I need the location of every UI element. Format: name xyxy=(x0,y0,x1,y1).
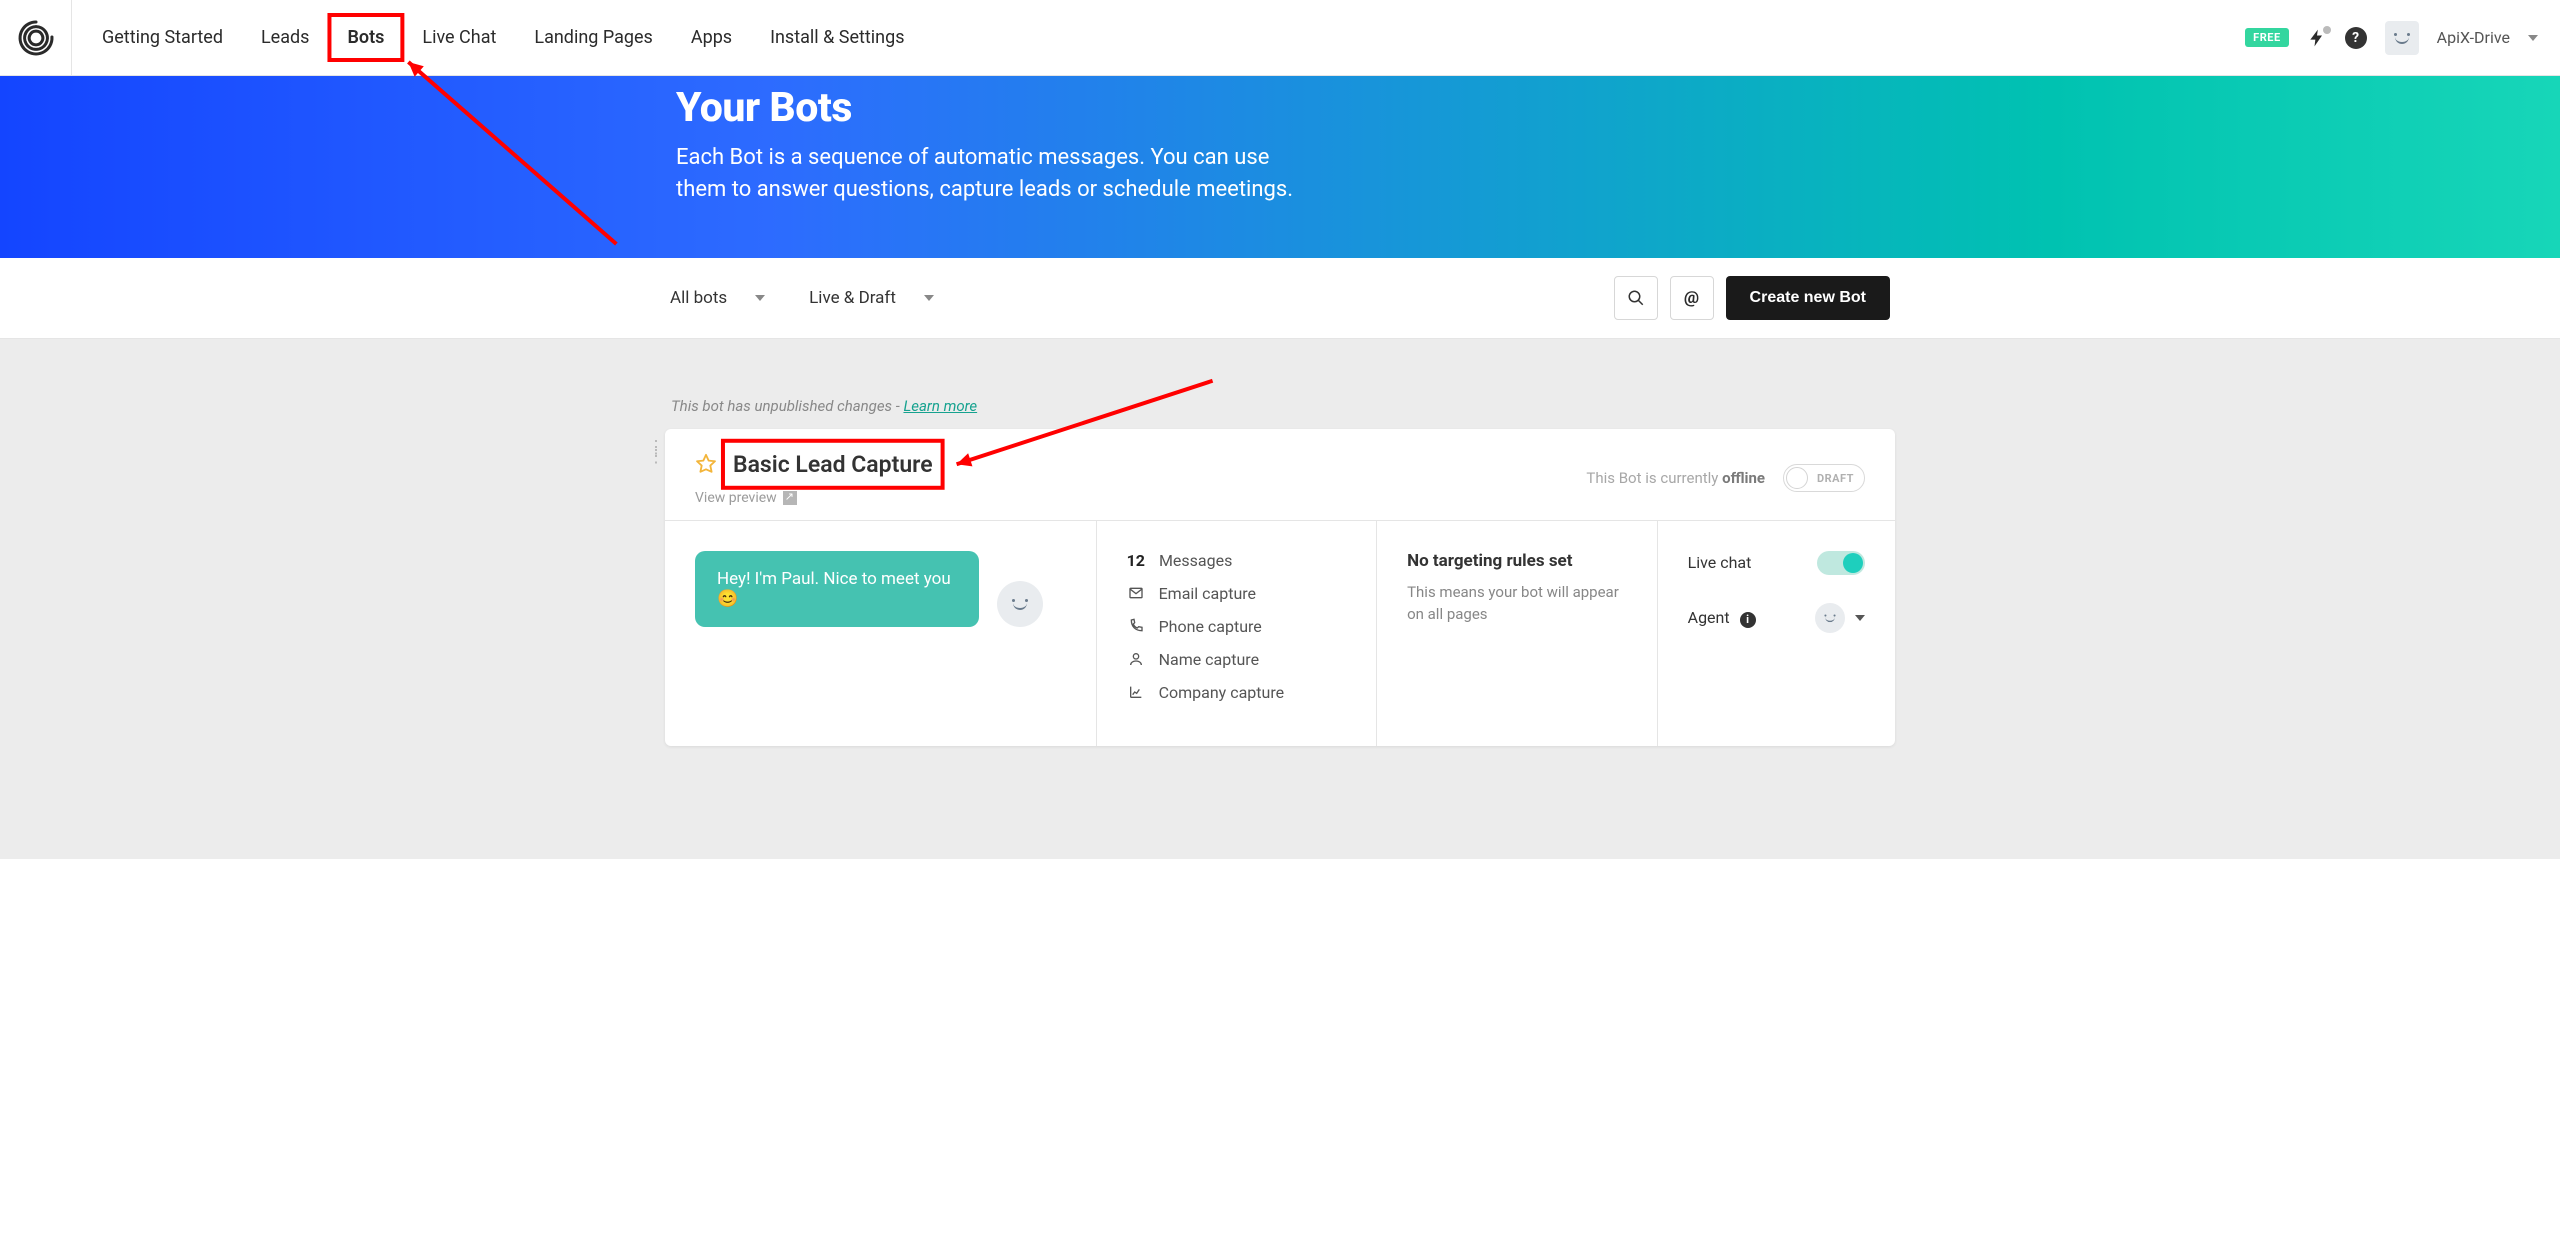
bot-preview-column: Hey! I'm Paul. Nice to meet you 😊 xyxy=(665,521,1097,746)
stat-phone: Phone capture xyxy=(1127,617,1347,636)
user-avatar[interactable] xyxy=(2385,21,2419,55)
chevron-down-icon xyxy=(755,295,765,301)
chevron-down-icon xyxy=(1855,615,1865,621)
create-bot-button[interactable]: Create new Bot xyxy=(1726,276,1890,320)
info-icon[interactable]: i xyxy=(1740,612,1756,628)
notification-dot-icon xyxy=(2323,26,2331,34)
filter-live-draft[interactable]: Live & Draft xyxy=(809,288,934,308)
nav-right: FREE ? ApiX-Drive xyxy=(2245,21,2560,55)
top-nav: Getting Started Leads Bots Live Chat Lan… xyxy=(0,0,2560,76)
star-icon[interactable] xyxy=(695,453,717,475)
nav-apps[interactable]: Apps xyxy=(679,21,744,54)
filter-all-bots[interactable]: All bots xyxy=(670,288,765,308)
bot-message-preview: Hey! I'm Paul. Nice to meet you 😊 xyxy=(695,551,979,627)
targeting-title: No targeting rules set xyxy=(1407,551,1627,571)
nav-links: Getting Started Leads Bots Live Chat Lan… xyxy=(90,21,917,54)
smile-face-icon xyxy=(2392,31,2412,45)
external-link-icon xyxy=(783,491,797,505)
at-icon: @ xyxy=(1684,288,1699,308)
draft-toggle-label: DRAFT xyxy=(1817,472,1854,485)
stat-email: Email capture xyxy=(1127,584,1347,603)
person-icon xyxy=(1127,650,1145,668)
toggle-knob-icon xyxy=(1786,467,1808,489)
view-preview-label: View preview xyxy=(695,490,777,506)
agent-avatar xyxy=(1815,603,1845,633)
bot-targeting-column: No targeting rules set This means your b… xyxy=(1377,521,1658,746)
at-button[interactable]: @ xyxy=(1670,276,1714,320)
nav-leads[interactable]: Leads xyxy=(249,21,321,54)
agent-picker[interactable] xyxy=(1815,603,1865,633)
user-name[interactable]: ApiX-Drive xyxy=(2437,28,2510,47)
chevron-down-icon xyxy=(924,295,934,301)
nav-live-chat[interactable]: Live Chat xyxy=(410,21,508,54)
drag-handle-icon[interactable]: ⋮⋮ xyxy=(647,443,665,461)
envelope-icon xyxy=(1127,584,1145,602)
live-chat-setting: Live chat xyxy=(1688,551,1865,575)
filter-live-draft-label: Live & Draft xyxy=(809,288,896,308)
phone-icon xyxy=(1127,617,1145,635)
view-preview-link[interactable]: View preview xyxy=(695,490,1586,506)
bot-settings-column: Live chat Agent i xyxy=(1658,521,1895,746)
draft-toggle[interactable]: DRAFT xyxy=(1783,464,1865,492)
logo[interactable] xyxy=(0,0,72,76)
bot-stats-column: 12 Messages Email capture Phone captur xyxy=(1097,521,1378,746)
stat-messages: 12 Messages xyxy=(1127,551,1347,570)
nav-landing-pages[interactable]: Landing Pages xyxy=(522,21,664,54)
smile-face-icon xyxy=(1823,613,1837,623)
content-area: This bot has unpublished changes - Learn… xyxy=(0,339,2560,859)
stat-company: Company capture xyxy=(1127,683,1347,702)
bot-avatar xyxy=(997,581,1043,627)
page-subtitle: Each Bot is a sequence of automatic mess… xyxy=(676,142,1316,206)
nav-bots[interactable]: Bots xyxy=(335,21,396,54)
learn-more-link[interactable]: Learn more xyxy=(903,397,977,415)
smile-face-icon xyxy=(1010,597,1030,611)
search-button[interactable] xyxy=(1614,276,1658,320)
chart-icon xyxy=(1127,683,1145,701)
bolt-button[interactable] xyxy=(2307,28,2327,48)
toggle-dot-icon xyxy=(1843,553,1863,573)
targeting-body: This means your bot will appear on all p… xyxy=(1407,581,1627,626)
unpublished-notice: This bot has unpublished changes - Learn… xyxy=(671,397,1895,415)
agent-setting: Agent i xyxy=(1688,603,1865,633)
help-button[interactable]: ? xyxy=(2345,27,2367,49)
stat-name: Name capture xyxy=(1127,650,1347,669)
toolbar: All bots Live & Draft @ Create new Bot xyxy=(0,258,2560,339)
chevron-down-icon[interactable] xyxy=(2528,35,2538,41)
page-title: Your Bots xyxy=(676,76,1884,132)
live-chat-label: Live chat xyxy=(1688,553,1752,572)
bot-title[interactable]: Basic Lead Capture xyxy=(733,451,933,478)
nav-getting-started[interactable]: Getting Started xyxy=(90,21,235,54)
logo-swirl-icon xyxy=(17,19,55,57)
free-badge[interactable]: FREE xyxy=(2245,28,2288,47)
hero-banner: Your Bots Each Bot is a sequence of auto… xyxy=(0,76,2560,258)
question-icon: ? xyxy=(2352,30,2359,46)
bot-card: ⋮⋮ Basic Lead Capture View preview xyxy=(665,429,1895,746)
nav-install-settings[interactable]: Install & Settings xyxy=(758,21,916,54)
filter-all-bots-label: All bots xyxy=(670,288,727,308)
agent-label: Agent xyxy=(1688,608,1730,627)
search-icon xyxy=(1627,289,1645,307)
bot-status-text: This Bot is currently offline xyxy=(1586,469,1765,487)
live-chat-toggle[interactable] xyxy=(1817,551,1865,575)
